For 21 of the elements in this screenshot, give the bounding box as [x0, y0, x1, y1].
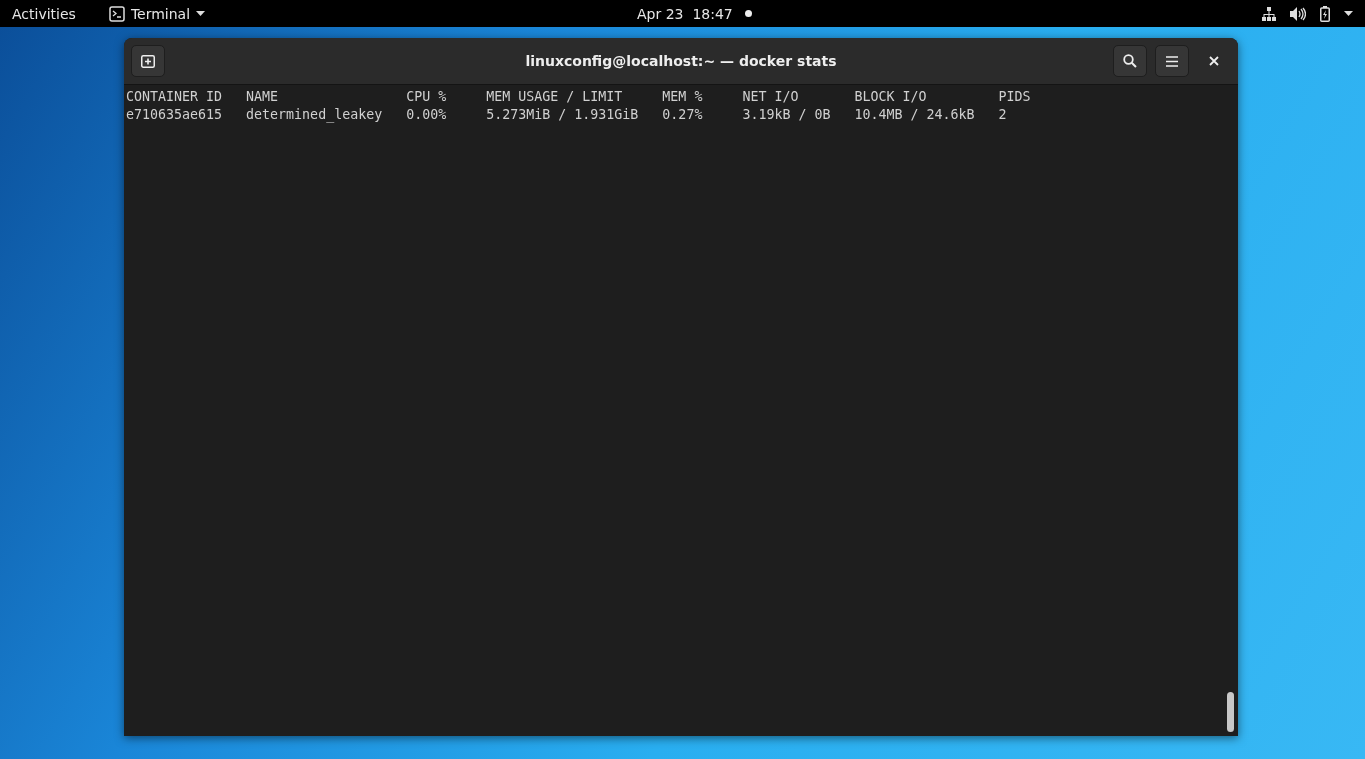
battery-icon [1320, 5, 1330, 22]
network-icon [1262, 6, 1276, 21]
window-title: linuxconfig@localhost:~ — docker stats [525, 53, 837, 69]
terminal-icon [108, 5, 125, 22]
system-menu[interactable] [1262, 5, 1353, 22]
scrollbar-thumb[interactable] [1227, 692, 1234, 732]
new-tab-button[interactable] [131, 45, 165, 77]
search-icon [1123, 54, 1137, 68]
search-button[interactable] [1113, 45, 1147, 77]
volume-icon [1290, 6, 1306, 21]
menu-button[interactable] [1155, 45, 1189, 77]
clock-button[interactable]: Apr 23 18:47 [637, 0, 752, 27]
menu-icon [1166, 55, 1178, 67]
app-menu[interactable]: Terminal [108, 5, 206, 22]
terminal-line: e710635ae615 determined_leakey 0.00% 5.273MiB / 1.931GiB 0.27% 3.19kB / 0B 10.4MB / 24.6kB 2 [126, 106, 1007, 124]
terminal-line: CONTAINER ID NAME CPU % MEM USAGE / LIMIT MEM % NET I/O BLOCK I/O PIDS [126, 88, 1031, 106]
close-icon [1209, 56, 1219, 66]
caret-icon [1344, 11, 1353, 16]
caret-icon [196, 11, 206, 16]
activities-button[interactable]: Activities [12, 5, 76, 22]
new-tab-icon [140, 53, 156, 69]
